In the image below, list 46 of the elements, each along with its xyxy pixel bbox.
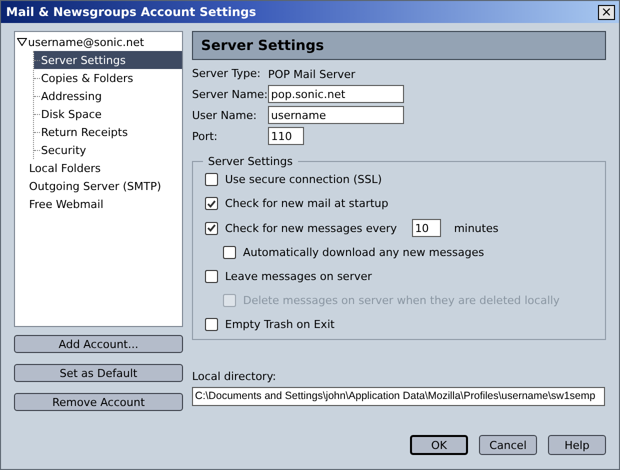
option-suffix: minutes bbox=[454, 222, 498, 234]
tree-item[interactable]: Copies & Folders bbox=[34, 69, 182, 87]
dialog-button[interactable]: Help bbox=[548, 435, 606, 455]
option-label: Empty Trash on Exit bbox=[225, 318, 335, 331]
group-title: Server Settings bbox=[207, 155, 294, 168]
tree-item[interactable]: Outgoing Server (SMTP) bbox=[15, 177, 182, 195]
checkbox[interactable] bbox=[205, 197, 218, 210]
expanded-triangle-icon[interactable] bbox=[17, 38, 27, 46]
tree-item[interactable]: Security bbox=[34, 141, 182, 159]
input-field[interactable]: 110 bbox=[268, 127, 304, 145]
tree-item[interactable]: Local Folders bbox=[15, 159, 182, 177]
checkbox[interactable] bbox=[205, 270, 218, 283]
dialog-button[interactable]: OK bbox=[410, 435, 468, 455]
checkbox[interactable] bbox=[205, 222, 218, 234]
window-title: Mail & Newsgroups Account Settings bbox=[6, 5, 256, 19]
field-label: Server Name: bbox=[192, 88, 268, 100]
account-button[interactable]: Add Account... bbox=[14, 335, 183, 353]
field-label: User Name: bbox=[192, 108, 258, 122]
field-label: Server Type: bbox=[192, 66, 262, 82]
checkbox[interactable] bbox=[205, 318, 218, 331]
checkbox[interactable] bbox=[223, 246, 236, 259]
input-field[interactable]: username bbox=[268, 106, 404, 124]
option-label: Leave messages on server bbox=[225, 270, 372, 283]
input-field[interactable]: pop.sonic.net bbox=[268, 85, 404, 103]
close-button[interactable]: × bbox=[598, 4, 615, 20]
field-label: Local directory: bbox=[192, 370, 278, 383]
option-label: Use secure connection (SSL) bbox=[225, 173, 382, 186]
tree-item[interactable]: Server Settings bbox=[34, 51, 182, 69]
checkbox[interactable] bbox=[205, 173, 218, 186]
option-label: Check for new mail at startup bbox=[225, 197, 388, 210]
minutes-field[interactable]: 10 bbox=[412, 219, 441, 237]
tree-item[interactable]: Disk Space bbox=[34, 105, 182, 123]
tree-item[interactable]: Return Receipts bbox=[34, 123, 182, 141]
dialog-button[interactable]: Cancel bbox=[479, 435, 537, 455]
field-label: Port: bbox=[192, 130, 219, 142]
account-button[interactable]: Set as Default bbox=[14, 364, 183, 382]
input-field[interactable]: C:\Documents and Settings\john\Application Data\Mozilla\Profiles\username\sw1semp bbox=[192, 387, 605, 406]
tree-item[interactable]: Free Webmail bbox=[15, 195, 182, 213]
option-label: Automatically download any new messages bbox=[243, 246, 484, 259]
field-value: POP Mail Server bbox=[268, 68, 356, 80]
account-button[interactable]: Remove Account bbox=[14, 393, 183, 411]
option-label: Check for new messages every bbox=[225, 222, 397, 234]
option-label: Delete messages on server when they are deleted locally bbox=[243, 294, 560, 307]
tree-item[interactable]: username@sonic.net bbox=[15, 33, 182, 51]
panel-title: Server Settings bbox=[201, 38, 324, 54]
tree-item[interactable]: Addressing bbox=[34, 87, 182, 105]
